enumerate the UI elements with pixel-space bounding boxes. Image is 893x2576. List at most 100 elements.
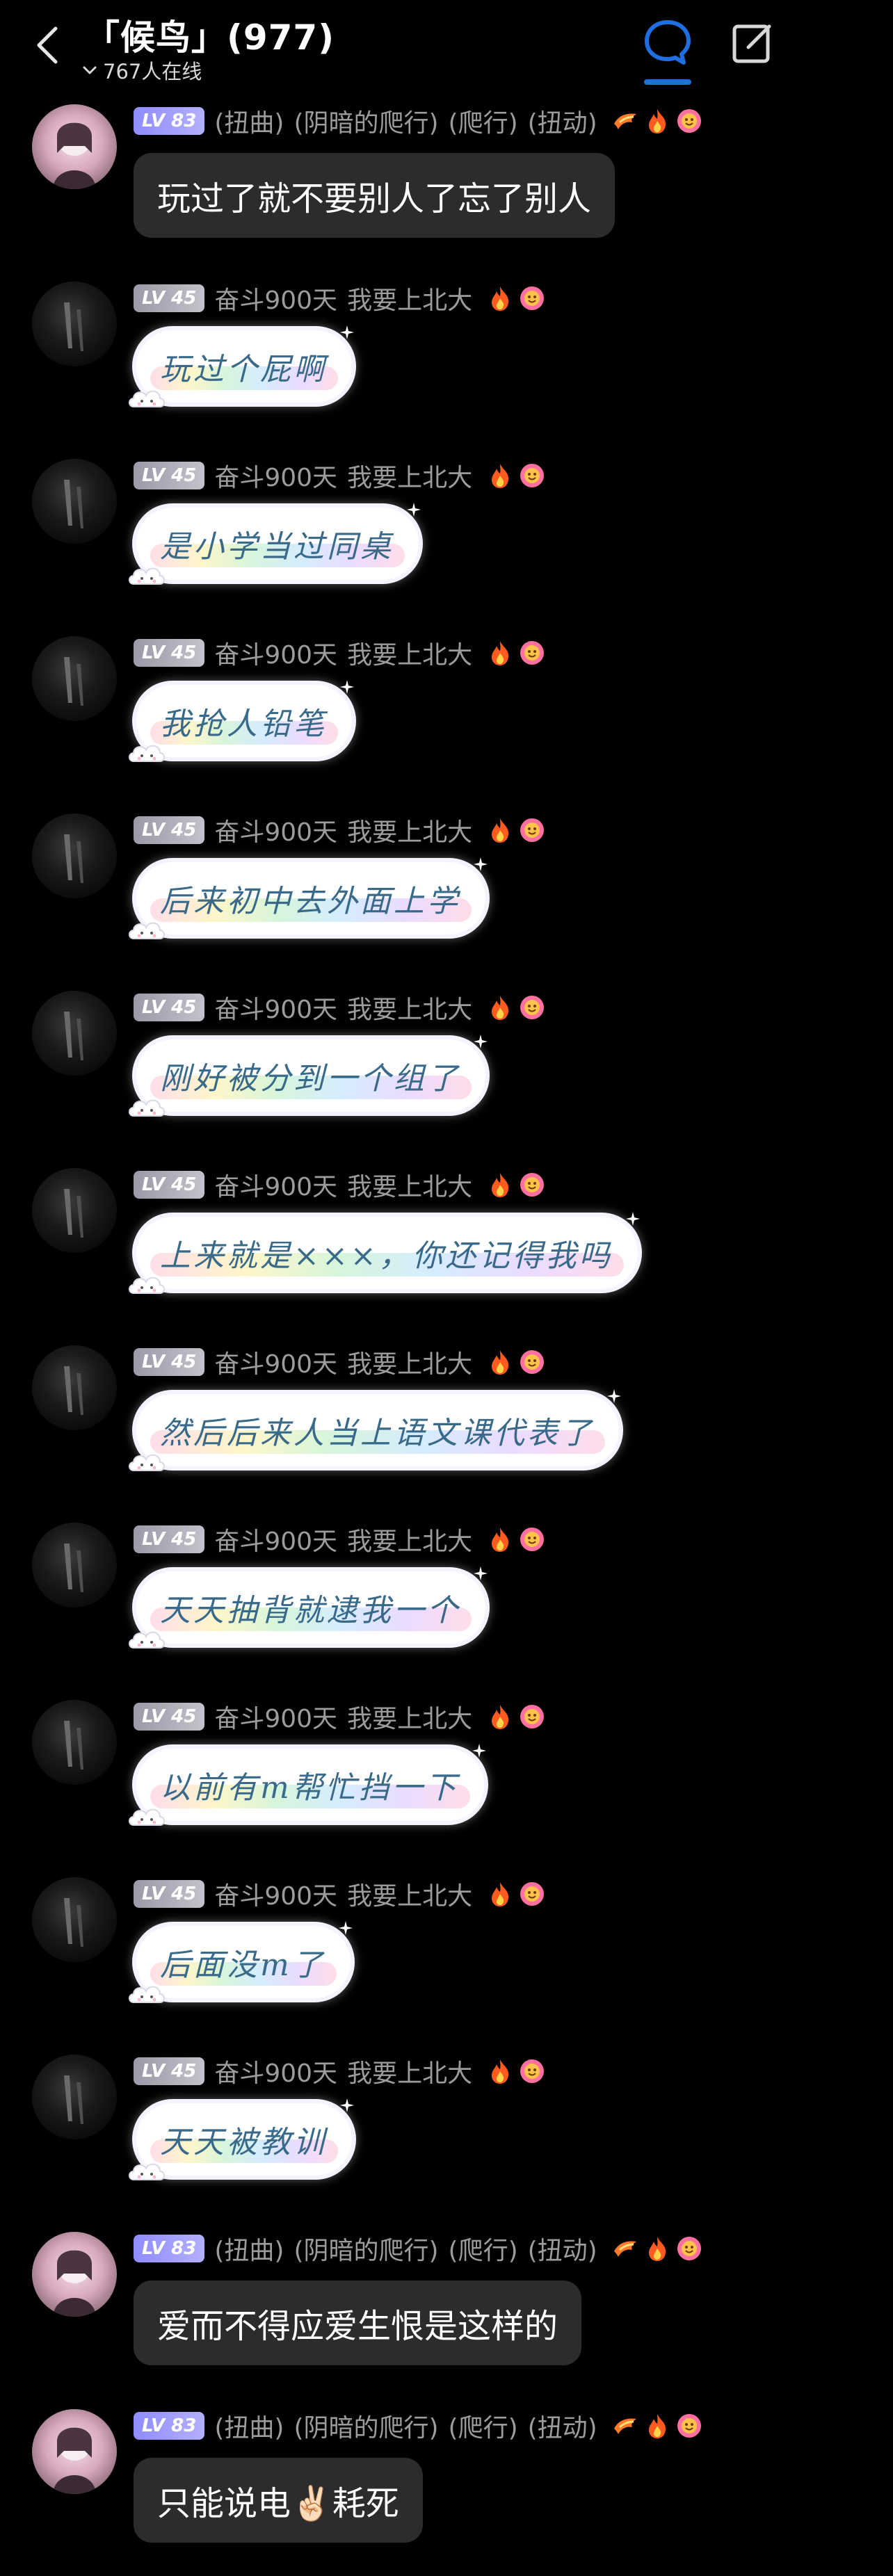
cloud-sticker-icon [129,1808,165,1826]
message-item: LV 45 奋斗900天 我要上北大 然后后来人当上语文课代表了 [0,1345,893,1512]
message-meta: LV 45 奋斗900天 我要上北大 [134,1345,546,1379]
fire-icon [492,996,509,1020]
user-tag: 奋斗900天 [214,1173,338,1201]
chevron-down-icon [83,66,97,74]
avatar[interactable] [32,1168,117,1253]
message-meta: LV 45 奋斗900天 我要上北大 [134,636,546,670]
message-text: 后面没m了 [160,1947,325,1983]
user-tag: (阴暗的爬行) [293,109,439,138]
message-text: 天天被教训 [160,2125,327,2160]
avatar-figure-icon [64,1721,83,1769]
message-item: LV 45 奋斗900天 我要上北大 玩过个屁啊 [0,282,893,448]
message-text: 以前有m帮忙挡一下 [160,1770,459,1806]
avatar-figure-icon [64,1012,83,1060]
flower-face-icon [520,1173,545,1197]
badge-group [611,2235,703,2262]
avatar[interactable] [32,459,117,544]
avatar[interactable] [32,1523,117,1607]
tab-chat[interactable] [640,15,695,85]
level-badge: LV 45 [134,1348,205,1376]
fire-icon [492,1705,509,1729]
cloud-sticker-icon [129,1631,165,1649]
fire-icon [492,1528,509,1552]
message-bubble[interactable]: 是小学当过同桌 [136,508,419,580]
fire-icon [492,1882,509,1906]
avatar[interactable] [32,636,117,721]
avatar[interactable] [32,1700,117,1785]
message-item: LV 45 奋斗900天 我要上北大是小学当过同桌 [0,459,893,626]
sparkle-icon [474,1566,488,1580]
message-bubble[interactable]: 天天抽背就逮我一个 [136,1571,485,1644]
message-item: LV 45 奋斗900天 我要上北大以前有m帮忙挡一下 [0,1700,893,1867]
message-meta: LV 83 (扭曲) (阴暗的爬行) (爬行) (扭动) [134,2232,703,2265]
badge-group [486,994,546,1021]
message-meta: LV 83 (扭曲) (阴暗的爬行) (爬行) (扭动) [134,2409,703,2443]
avatar[interactable] [32,813,117,898]
user-tag: (扭动) [527,2237,597,2265]
user-tag: 奋斗900天 [214,1350,338,1379]
message-bubble[interactable]: 然后后来人当上语文课代表了 [136,1394,619,1466]
user-tag: 我要上北大 [347,996,473,1024]
flower-face-icon [520,1528,545,1551]
badge-group [486,1525,546,1553]
avatar[interactable] [32,282,117,366]
top-bar: 「候鸟」(977) 767人在线 [0,0,893,97]
user-tag: 我要上北大 [347,1882,473,1911]
badge-group [486,2057,546,2085]
back-button[interactable] [26,21,68,70]
message-bubble[interactable]: 玩过了就不要别人了忘了别人 [134,153,616,238]
user-tag: 奋斗900天 [214,2059,338,2088]
message-bubble[interactable]: 天天被教训 [136,2103,352,2176]
avatar[interactable] [32,1877,117,1962]
avatar[interactable] [32,2409,117,2494]
message-bubble[interactable]: 上来就是×××，你还记得我吗 [136,1217,638,1289]
flower-face-icon [677,2414,701,2438]
badge-group [486,1703,546,1731]
level-badge: LV 83 [134,2235,205,2262]
sparkle-icon [607,1389,621,1403]
message-meta: LV 45 奋斗900天 我要上北大 [134,459,546,492]
message-bubble[interactable]: 后面没m了 [136,1926,351,1998]
message-bubble[interactable]: 只能说电✌🏻耗死 [134,2458,423,2543]
message-bubble[interactable]: 刚好被分到一个组了 [136,1039,485,1112]
message-text: 上来就是×××，你还记得我吗 [160,1238,613,1274]
message-bubble[interactable]: 爱而不得应爱生恨是这样的 [134,2281,582,2365]
fire-icon [492,641,509,665]
avatar[interactable] [32,1345,117,1430]
user-tag: 我要上北大 [347,641,473,670]
badge-group [486,1348,546,1376]
message-item: LV 45 奋斗900天 我要上北大 天天抽背就逮我一个 [0,1523,893,1690]
sparkle-icon [340,680,354,694]
message-bubble[interactable]: 后来初中去外面上学 [136,862,485,934]
level-badge: LV 45 [134,1171,205,1199]
avatar[interactable] [32,2055,117,2139]
message-meta: LV 45 奋斗900天 我要上北大 [134,1700,546,1733]
fire-icon [492,2059,509,2084]
message-bubble[interactable]: 我抢人铅笔 [136,685,352,757]
chat-bubble-icon [645,20,691,65]
flower-face-icon [677,2237,701,2260]
user-tag: (爬行) [448,109,518,138]
message-text: 后来初中去外面上学 [160,884,460,919]
message-bubble[interactable]: 以前有m帮忙挡一下 [136,1749,484,1821]
user-tag: (扭动) [527,2414,597,2443]
cloud-sticker-icon [129,922,165,939]
message-item: LV 45 奋斗900天 我要上北大我抢人铅笔 [0,636,893,803]
page-title: 「候鸟」(977) [85,17,335,58]
user-tag: 奋斗900天 [214,641,338,670]
avatar[interactable] [32,2232,117,2317]
message-meta: LV 45 奋斗900天 我要上北大 [134,1877,546,1911]
message-text: 是小学当过同桌 [160,529,394,565]
avatar[interactable] [32,104,117,189]
message-text: 玩过了就不要别人了忘了别人 [157,179,592,218]
message-meta: LV 45 奋斗900天 我要上北大 [134,2055,546,2088]
avatar[interactable] [32,991,117,1076]
message-item: LV 83 (扭曲) (阴暗的爬行) (爬行) (扭动) 玩过了就不要别人了忘了别人 [0,104,893,271]
level-badge: LV 45 [134,462,205,489]
tab-edit[interactable] [729,19,778,68]
message-bubble[interactable]: 玩过个屁啊 [136,330,352,403]
avatar-figure-icon [64,302,83,351]
dragon-icon [613,2418,636,2434]
badge-group [611,2412,703,2440]
fire-icon [492,464,509,488]
